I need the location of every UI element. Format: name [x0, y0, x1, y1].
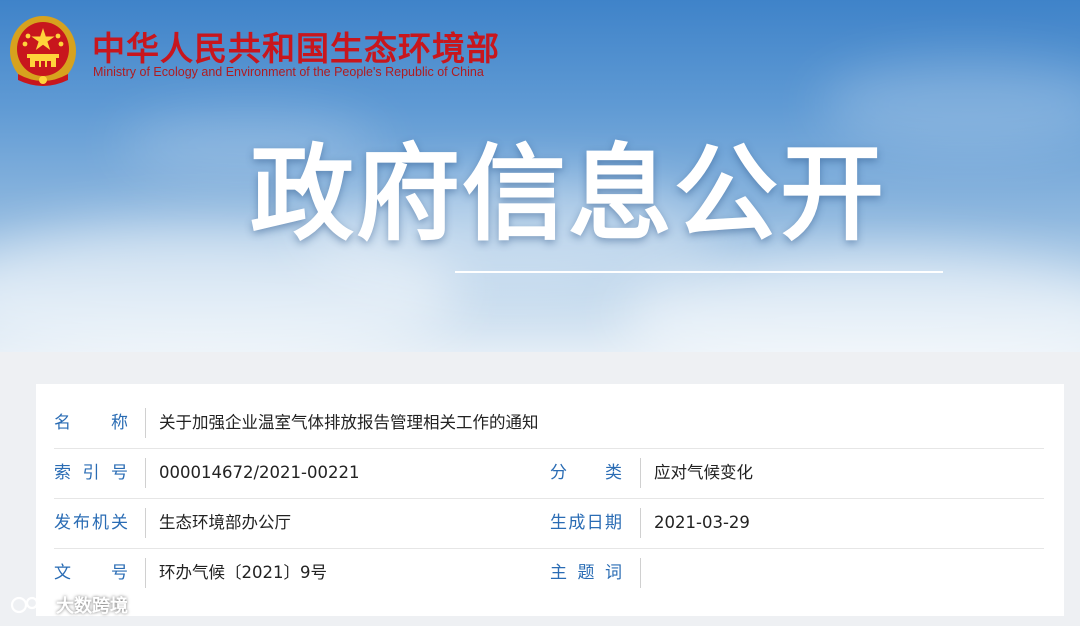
- info-row-name: 名 称 关于加强企业温室气体排放报告管理相关工作的通知: [54, 398, 1044, 449]
- index-value: 000014672/2021-00221: [159, 463, 360, 482]
- date-label: 生成日期: [550, 513, 622, 533]
- index-label: 索引号: [54, 463, 128, 483]
- divider: [640, 558, 641, 588]
- issuer-value: 生态环境部办公厅: [159, 513, 291, 532]
- category-value: 应对气候变化: [654, 463, 753, 482]
- divider: [145, 508, 146, 538]
- ministry-name-en[interactable]: Ministry of Ecology and Environment of t…: [93, 65, 484, 79]
- header-banner: 中华人民共和国生态环境部 Ministry of Ecology and Env…: [0, 0, 1080, 352]
- date-value: 2021-03-29: [654, 513, 750, 532]
- divider: [145, 558, 146, 588]
- issuer-label: 发布机关: [54, 513, 128, 533]
- name-value: 关于加强企业温室气体排放报告管理相关工作的通知: [159, 413, 539, 432]
- national-emblem-icon[interactable]: [8, 14, 78, 90]
- info-row-doc-no: 文 号 环办气候〔2021〕9号 主题词: [54, 548, 1044, 598]
- category-label: 分 类: [550, 463, 622, 483]
- cloud-decoration: [620, 250, 1080, 352]
- watermark: 大数跨境: [10, 590, 128, 620]
- info-row-issuer: 发布机关 生态环境部办公厅 生成日期 2021-03-29: [54, 498, 1044, 549]
- info-row-index: 索引号 000014672/2021-00221 分 类 应对气候变化: [54, 448, 1044, 499]
- watermark-text: 大数跨境: [56, 596, 128, 617]
- doc-no-value: 环办气候〔2021〕9号: [159, 563, 327, 582]
- watermark-logo-icon: [10, 596, 50, 614]
- divider: [145, 408, 146, 438]
- name-label: 名 称: [54, 413, 128, 433]
- keywords-label: 主题词: [550, 563, 622, 583]
- divider: [640, 458, 641, 488]
- divider: [640, 508, 641, 538]
- banner-title: 政府信息公开: [250, 133, 887, 255]
- ministry-name-cn[interactable]: 中华人民共和国生态环境部: [92, 22, 500, 70]
- info-table: 名 称 关于加强企业温室气体排放报告管理相关工作的通知 索引号 00001467…: [36, 384, 1064, 616]
- title-underline: [455, 271, 943, 273]
- divider: [145, 458, 146, 488]
